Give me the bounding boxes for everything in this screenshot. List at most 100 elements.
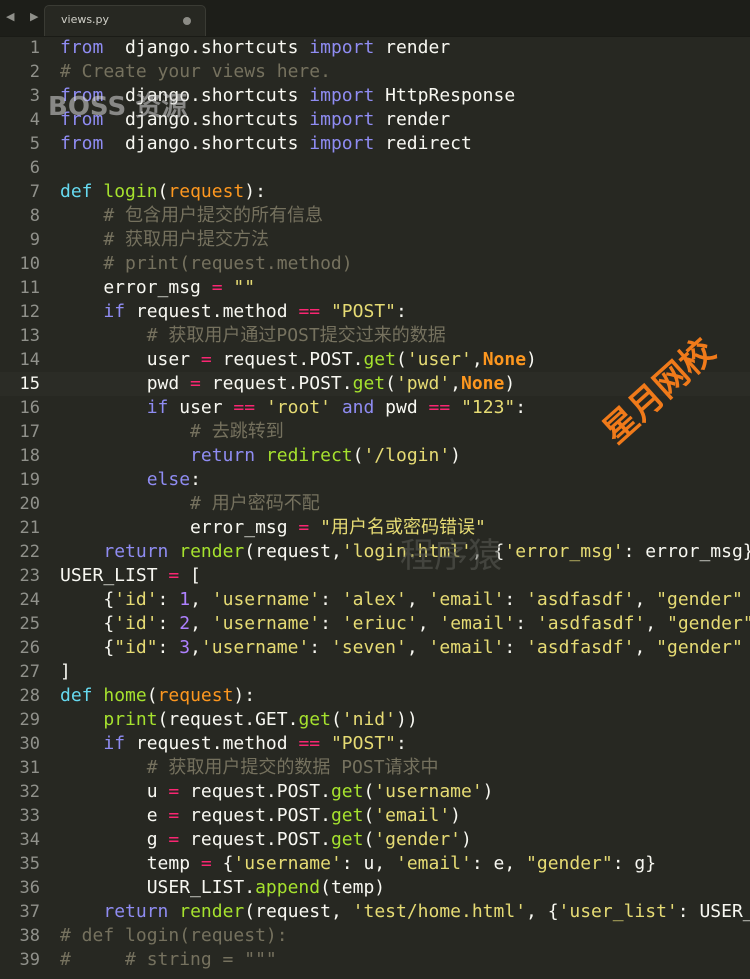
code-token: and — [341, 397, 375, 418]
code-token: : error_msg}) — [623, 541, 750, 562]
code-line[interactable]: 19 else: — [0, 468, 750, 492]
code-token: from — [60, 37, 104, 58]
code-line[interactable]: 37 return render(request, 'test/home.htm… — [0, 900, 750, 924]
code-token: request.POST. — [179, 805, 331, 826]
code-token: = — [200, 853, 212, 874]
code-token: 'username' — [374, 781, 483, 802]
code-line[interactable]: 1 from django.shortcuts import render — [0, 36, 750, 60]
line-number: 13 — [19, 326, 40, 346]
code-line[interactable]: 27] — [0, 660, 750, 684]
code-token: 'email' — [395, 853, 472, 874]
code-text: def login(request): — [60, 180, 266, 204]
code-line[interactable]: 13 # 获取用户通过POST提交过来的数据 — [0, 324, 750, 348]
code-line[interactable]: 30 if request.method == "POST": — [0, 732, 750, 756]
code-token: render — [179, 541, 245, 562]
code-line[interactable]: 22 return render(request,'login.html', {… — [0, 540, 750, 564]
code-line[interactable]: 39 # # string = """ — [0, 948, 750, 972]
code-token: 'seven' — [330, 637, 407, 658]
line-number: 10 — [19, 254, 40, 274]
code-token: 'test/home.html' — [352, 901, 527, 922]
code-line[interactable]: 20 # 用户密码不配 — [0, 492, 750, 516]
code-line[interactable]: 11 error_msg = "" — [0, 276, 750, 300]
code-token: ( — [157, 181, 169, 202]
code-text: # 去跳转到 — [60, 420, 284, 444]
code-token: "" — [233, 277, 256, 298]
code-token: 'email' — [439, 613, 516, 634]
code-token: 'error_msg' — [504, 541, 624, 562]
code-line[interactable]: 2 # Create your views here. — [0, 60, 750, 84]
code-token: "123" — [461, 397, 516, 418]
code-line[interactable]: 33 e = request.POST.get('email') — [0, 804, 750, 828]
code-line[interactable]: 12 if request.method == "POST": — [0, 300, 750, 324]
code-token: "gender" — [526, 853, 613, 874]
code-token: : — [515, 613, 537, 634]
code-text: {'id': 2, 'username': 'eriuc', 'email': … — [60, 612, 750, 636]
line-number: 21 — [19, 518, 40, 538]
code-token: USER_LIST — [60, 565, 169, 586]
code-token: # 用户密码不配 — [190, 493, 320, 514]
code-line[interactable]: 21 error_msg = "用户名或密码错误" — [0, 516, 750, 540]
code-token: user — [168, 397, 234, 418]
code-token: temp — [60, 853, 201, 874]
tab-nav-arrows-icon[interactable]: ◀ ▶ — [6, 10, 44, 23]
code-token: ): — [244, 181, 266, 202]
code-line[interactable]: 25 {'id': 2, 'username': 'eriuc', 'email… — [0, 612, 750, 636]
code-line[interactable]: 23 USER_LIST = [ — [0, 564, 750, 588]
code-line[interactable]: 6 — [0, 156, 750, 180]
code-token: 'root' — [265, 397, 331, 418]
code-token: (request, — [244, 541, 342, 562]
code-token: : — [157, 637, 180, 658]
line-number: 30 — [19, 734, 40, 754]
line-number: 25 — [19, 614, 40, 634]
code-line[interactable]: 34 g = request.POST.get('gender') — [0, 828, 750, 852]
tab-views-py[interactable]: views.py — [44, 5, 206, 36]
code-line[interactable]: 32 u = request.POST.get('username') — [0, 780, 750, 804]
line-number: 8 — [29, 206, 40, 226]
code-token: = — [200, 349, 212, 370]
code-line[interactable]: 31 # 获取用户提交的数据 POST请求中 — [0, 756, 750, 780]
code-line[interactable]: 14 user = request.POST.get('user',None) — [0, 348, 750, 372]
code-token: 'nid' — [341, 709, 396, 730]
code-line[interactable]: 35 temp = {'username': u, 'email': e, "g… — [0, 852, 750, 876]
code-line[interactable]: 18 return redirect('/login') — [0, 444, 750, 468]
code-line[interactable]: 8 # 包含用户提交的所有信息 — [0, 204, 750, 228]
line-number: 34 — [19, 830, 40, 850]
code-token: { — [60, 613, 115, 634]
code-token: '/login' — [363, 445, 451, 466]
code-token: 'pwd' — [395, 373, 451, 394]
code-line[interactable]: 28 def home(request): — [0, 684, 750, 708]
code-line[interactable]: 36 USER_LIST.append(temp) — [0, 876, 750, 900]
code-token: 'email' — [428, 589, 505, 610]
code-line[interactable]: 7 def login(request): — [0, 180, 750, 204]
code-text: {'id': 1, 'username': 'alex', 'email': '… — [60, 588, 743, 612]
code-token: 'asdfasdf' — [526, 637, 635, 658]
code-editor[interactable]: 1 from django.shortcuts import render 2 # C… — [0, 36, 750, 979]
line-number: 33 — [19, 806, 40, 826]
code-line[interactable]: 26 {"id": 3,'username': 'seven', 'email'… — [0, 636, 750, 660]
code-line[interactable]: 38 # def login(request): — [0, 924, 750, 948]
code-text: {"id": 3,'username': 'seven', 'email': '… — [60, 636, 743, 660]
line-number: 12 — [19, 302, 40, 322]
code-token: : — [396, 733, 407, 754]
code-token: 3 — [179, 637, 191, 658]
code-line[interactable]: 24 {'id': 1, 'username': 'alex', 'email'… — [0, 588, 750, 612]
code-text: print(request.GET.get('nid')) — [60, 708, 417, 732]
code-token: # 获取用户通过POST提交过来的数据 — [146, 325, 446, 346]
code-token: 'username' — [211, 613, 321, 634]
code-line[interactable]: 29 print(request.GET.get('nid')) — [0, 708, 750, 732]
code-line[interactable]: 9 # 获取用户提交方法 — [0, 228, 750, 252]
line-number: 1 — [29, 38, 40, 58]
code-line[interactable]: 5 from django.shortcuts import redirect — [0, 132, 750, 156]
code-text: from django.shortcuts import redirect — [60, 132, 472, 156]
code-token: , — [471, 349, 483, 370]
unsaved-dot-icon[interactable] — [183, 17, 191, 25]
code-token: : USER_LIST}) — [677, 901, 750, 922]
code-token: if — [146, 397, 169, 418]
code-line[interactable]: 10 # print(request.method) — [0, 252, 750, 276]
line-number: 4 — [29, 110, 40, 130]
